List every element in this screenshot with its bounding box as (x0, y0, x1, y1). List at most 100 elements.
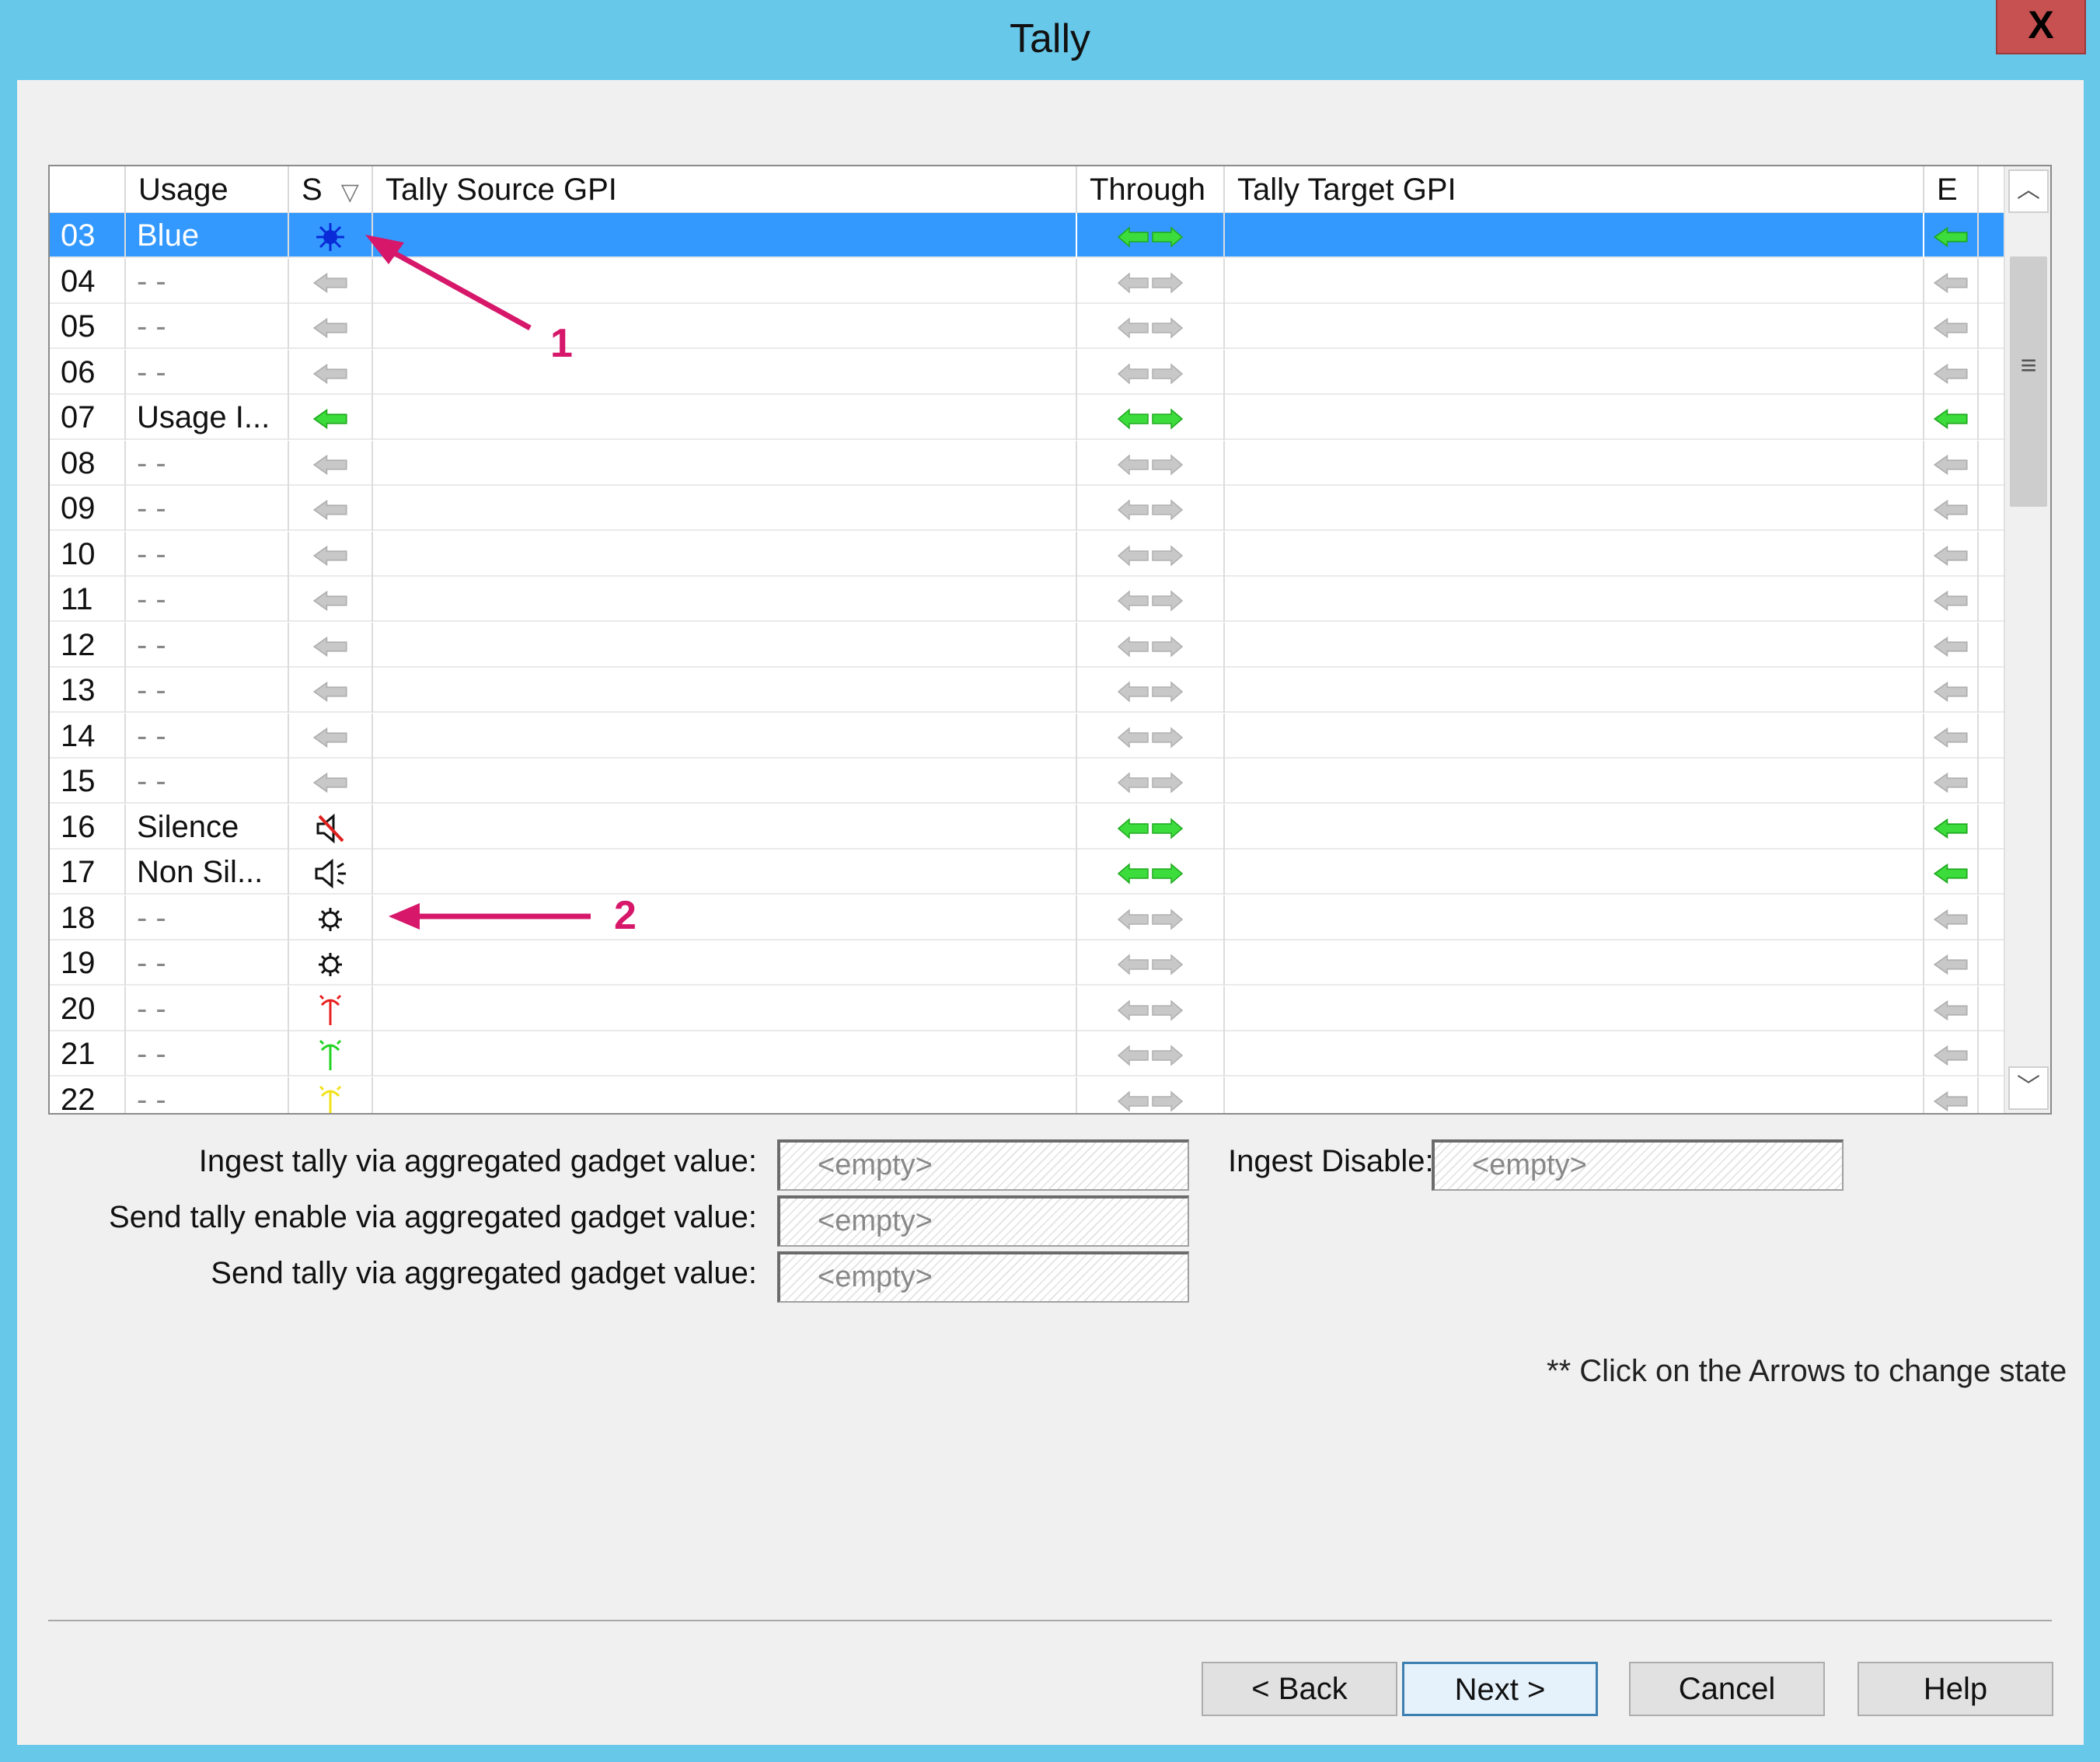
arrow-left-active-icon[interactable] (1933, 810, 1969, 844)
row-source-state[interactable] (289, 623, 373, 668)
double-arrow-inactive-icon[interactable] (1117, 992, 1184, 1026)
row-tally-source[interactable] (373, 668, 1077, 713)
row-source-state[interactable] (289, 1031, 373, 1076)
row-tally-source[interactable] (373, 532, 1077, 577)
row-through[interactable] (1077, 350, 1225, 395)
table-row[interactable]: 03 Blue (50, 213, 2004, 258)
row-tally-target[interactable] (1225, 986, 1924, 1031)
row-tally-target[interactable] (1225, 350, 1924, 395)
speaker-sound-icon[interactable] (313, 855, 347, 889)
row-tally-source[interactable] (373, 850, 1077, 895)
double-arrow-active-icon[interactable] (1117, 855, 1184, 889)
row-enable[interactable] (1924, 304, 1979, 349)
arrow-left-inactive-icon[interactable] (1933, 1037, 1969, 1071)
row-usage[interactable]: - - (126, 940, 289, 986)
row-usage[interactable]: - - (126, 668, 289, 713)
row-source-state[interactable] (289, 395, 373, 440)
double-arrow-inactive-icon[interactable] (1117, 309, 1184, 344)
row-tally-target[interactable] (1225, 259, 1924, 304)
row-through[interactable] (1077, 850, 1225, 895)
arrow-left-inactive-icon[interactable] (1933, 491, 1969, 525)
row-source-state[interactable] (289, 486, 373, 531)
row-enable[interactable] (1924, 668, 1979, 713)
header-source[interactable]: Tally Source GPI (373, 166, 1077, 213)
double-arrow-inactive-icon[interactable] (1117, 901, 1184, 935)
row-tally-source[interactable] (373, 1031, 1077, 1076)
arrow-left-inactive-icon[interactable] (1933, 537, 1969, 571)
row-usage[interactable]: Silence (126, 804, 289, 850)
cancel-button[interactable]: Cancel (1629, 1662, 1825, 1716)
table-row[interactable]: 11- - (50, 577, 2004, 622)
arrow-left-inactive-icon[interactable] (312, 355, 348, 389)
row-through[interactable] (1077, 714, 1225, 759)
arrow-left-active-icon[interactable] (1933, 218, 1969, 253)
row-usage[interactable]: - - (126, 577, 289, 622)
row-usage[interactable]: - - (126, 486, 289, 531)
double-arrow-active-icon[interactable] (1117, 218, 1184, 253)
row-through[interactable] (1077, 986, 1225, 1031)
row-source-state[interactable] (289, 759, 373, 804)
double-arrow-inactive-icon[interactable] (1117, 537, 1184, 571)
row-tally-source[interactable] (373, 759, 1077, 804)
row-tally-source[interactable] (373, 304, 1077, 349)
row-tally-source[interactable] (373, 350, 1077, 395)
yellow-antenna-icon[interactable] (317, 1083, 344, 1113)
row-enable[interactable] (1924, 395, 1979, 440)
row-tally-target[interactable] (1225, 1031, 1924, 1076)
arrow-left-inactive-icon[interactable] (1933, 355, 1969, 389)
row-enable[interactable] (1924, 532, 1979, 577)
row-through[interactable] (1077, 395, 1225, 440)
row-tally-source[interactable] (373, 213, 1077, 258)
double-arrow-inactive-icon[interactable] (1117, 1083, 1184, 1113)
row-source-state[interactable] (289, 1077, 373, 1113)
row-source-state[interactable] (289, 940, 373, 986)
row-tally-target[interactable] (1225, 623, 1924, 668)
header-s[interactable]: S ▽ (289, 166, 373, 213)
arrow-left-inactive-icon[interactable] (1933, 673, 1969, 707)
row-source-state[interactable] (289, 350, 373, 395)
double-arrow-inactive-icon[interactable] (1117, 1037, 1184, 1071)
gear-bulb-icon[interactable] (317, 901, 344, 935)
row-through[interactable] (1077, 1031, 1225, 1076)
help-button[interactable]: Help (1858, 1662, 2053, 1716)
row-through[interactable] (1077, 304, 1225, 349)
arrow-left-inactive-icon[interactable] (312, 537, 348, 571)
close-button[interactable]: X (1996, 0, 2086, 54)
table-row[interactable]: 22- - (50, 1077, 2004, 1113)
arrow-left-inactive-icon[interactable] (312, 764, 348, 798)
row-source-state[interactable] (289, 895, 373, 940)
arrow-left-inactive-icon[interactable] (312, 673, 348, 707)
row-source-state[interactable] (289, 532, 373, 577)
double-arrow-inactive-icon[interactable] (1117, 355, 1184, 389)
row-tally-target[interactable] (1225, 532, 1924, 577)
table-row[interactable]: 10- - (50, 532, 2004, 577)
row-through[interactable] (1077, 486, 1225, 531)
double-arrow-inactive-icon[interactable] (1117, 764, 1184, 798)
row-usage[interactable]: - - (126, 441, 289, 486)
row-tally-target[interactable] (1225, 668, 1924, 713)
table-row[interactable]: 17 Non Sil... (50, 850, 2004, 895)
row-usage[interactable]: - - (126, 259, 289, 304)
row-enable[interactable] (1924, 850, 1979, 895)
ingest-disable-field[interactable]: <empty> (1432, 1139, 1844, 1191)
row-enable[interactable] (1924, 259, 1979, 304)
row-tally-source[interactable] (373, 1077, 1077, 1113)
row-tally-target[interactable] (1225, 714, 1924, 759)
row-enable[interactable] (1924, 486, 1979, 531)
row-source-state[interactable] (289, 668, 373, 713)
arrow-left-inactive-icon[interactable] (1933, 309, 1969, 344)
row-source-state[interactable] (289, 304, 373, 349)
blue-star-icon[interactable] (315, 218, 346, 253)
row-usage[interactable]: - - (126, 1077, 289, 1113)
row-through[interactable] (1077, 940, 1225, 986)
row-source-state[interactable] (289, 850, 373, 895)
table-row[interactable]: 21- - (50, 1031, 2004, 1076)
row-tally-source[interactable] (373, 577, 1077, 622)
double-arrow-inactive-icon[interactable] (1117, 946, 1184, 980)
header-through[interactable]: Through (1077, 166, 1225, 213)
scroll-down-button[interactable]: ﹀ (2008, 1066, 2049, 1110)
row-source-state[interactable] (289, 441, 373, 486)
row-tally-target[interactable] (1225, 441, 1924, 486)
row-through[interactable] (1077, 1077, 1225, 1113)
table-row[interactable]: 09- - (50, 486, 2004, 531)
